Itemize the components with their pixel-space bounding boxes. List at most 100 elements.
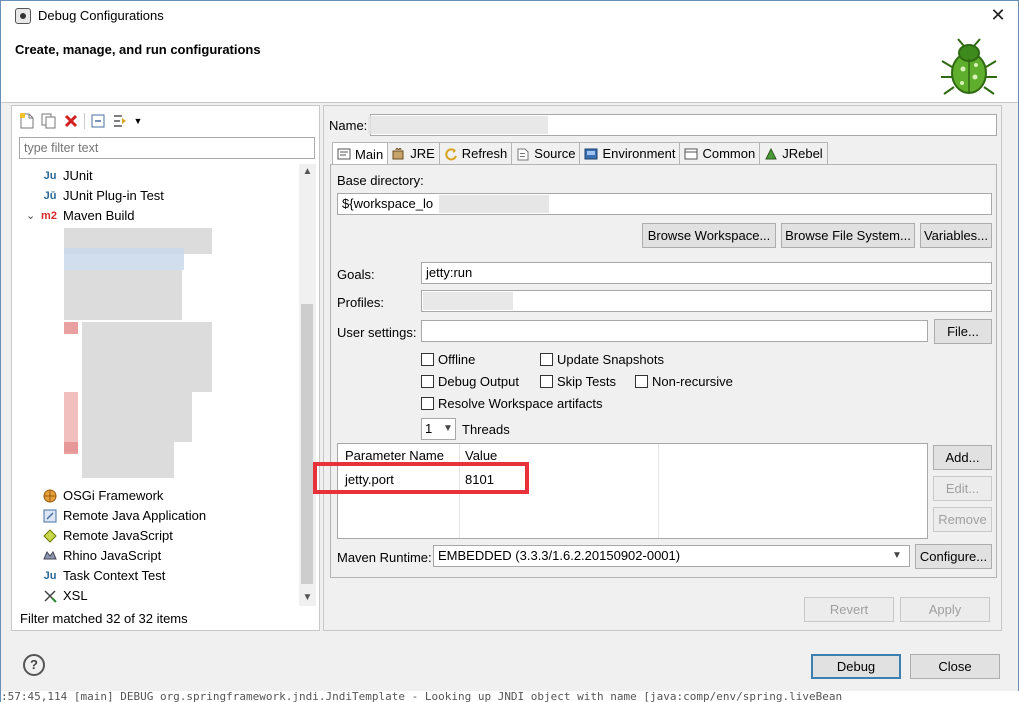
- tree-item-rhino-javascript[interactable]: Rhino JavaScript: [42, 546, 161, 566]
- scrollbar-thumb[interactable]: [301, 304, 313, 584]
- column-header-parameter-name[interactable]: Parameter Name: [345, 448, 444, 463]
- resolve-workspace-artifacts-checkbox[interactable]: Resolve Workspace artifacts: [421, 396, 603, 411]
- edit-parameter-button[interactable]: Edit...: [933, 476, 992, 501]
- tab-common[interactable]: Common: [679, 142, 761, 164]
- eclipse-icon: [15, 8, 31, 24]
- osgi-icon: [42, 488, 58, 504]
- tree-scrollbar[interactable]: ▲ ▼: [299, 164, 316, 606]
- tree-item-label: JUnit: [63, 168, 93, 183]
- main-tab-content: Base directory: ${workspace_lo Browse Wo…: [330, 164, 997, 578]
- tab-refresh[interactable]: Refresh: [438, 142, 513, 164]
- duplicate-icon[interactable]: [40, 112, 58, 130]
- console-log-line: :57:45,114 [main] DEBUG org.springframew…: [1, 691, 1019, 702]
- source-icon: [515, 146, 531, 162]
- dialog-header: Create, manage, and run configurations: [1, 31, 1018, 103]
- tree-item-remote-java-application[interactable]: Remote Java Application: [42, 506, 206, 526]
- tab-label: Environment: [602, 146, 676, 161]
- filter-configurations-icon[interactable]: [111, 112, 129, 130]
- rhino-icon: [42, 548, 58, 564]
- remove-parameter-button[interactable]: Remove: [933, 507, 992, 532]
- scroll-down-arrow-icon[interactable]: ▼: [299, 590, 316, 606]
- file-button[interactable]: File...: [934, 319, 992, 344]
- tab-label: Source: [534, 146, 576, 161]
- chevron-down-icon[interactable]: ▼: [892, 546, 902, 566]
- scroll-up-arrow-icon[interactable]: ▲: [299, 164, 316, 180]
- checkbox-box[interactable]: [635, 375, 648, 388]
- offline-checkbox[interactable]: Offline: [421, 352, 475, 367]
- base-directory-field[interactable]: ${workspace_lo: [337, 193, 992, 215]
- expanded-chevron-icon[interactable]: ⌄: [26, 206, 38, 226]
- obscured-region: [64, 442, 78, 454]
- tree-item-xsl[interactable]: XSL: [42, 586, 88, 606]
- checkbox-box[interactable]: [421, 397, 434, 410]
- tree-item-remote-javascript[interactable]: Remote JavaScript: [42, 526, 173, 546]
- task-context-icon: Ju: [43, 570, 57, 582]
- skip-tests-checkbox[interactable]: Skip Tests: [540, 374, 616, 389]
- obscured-region: [64, 248, 184, 270]
- obscured-region: [64, 270, 182, 320]
- filter-input[interactable]: [19, 137, 315, 159]
- environment-icon: [583, 146, 599, 162]
- checkbox-label: Debug Output: [438, 374, 519, 389]
- annotation-highlight-box: [313, 462, 529, 494]
- checkbox-box[interactable]: [540, 353, 553, 366]
- name-label: Name:: [329, 118, 368, 133]
- delete-icon[interactable]: [62, 112, 80, 130]
- view-menu-chevron-down-icon[interactable]: ▼: [133, 112, 143, 130]
- remote-java-icon: [42, 508, 58, 524]
- revert-button[interactable]: Revert: [804, 597, 894, 622]
- tree-item-osgi-framework[interactable]: OSGi Framework: [42, 486, 163, 506]
- threads-spinner[interactable]: 1 ▼: [421, 418, 456, 440]
- apply-button[interactable]: Apply: [900, 597, 990, 622]
- goals-field[interactable]: jetty:run: [421, 262, 992, 284]
- obscured-region: [439, 195, 549, 213]
- browse-workspace-button[interactable]: Browse Workspace...: [642, 223, 776, 248]
- obscured-region: [82, 322, 212, 392]
- checkbox-box[interactable]: [421, 375, 434, 388]
- tab-source[interactable]: Source: [511, 142, 581, 164]
- tree-item-label: OSGi Framework: [63, 488, 164, 503]
- non-recursive-checkbox[interactable]: Non-recursive: [635, 374, 733, 389]
- tree-item-label: JUnit Plug-in Test: [63, 188, 164, 203]
- tab-jre[interactable]: JRE: [387, 142, 440, 164]
- obscured-region: [82, 442, 174, 478]
- user-settings-field[interactable]: [421, 320, 928, 342]
- add-parameter-button[interactable]: Add...: [933, 445, 992, 470]
- configuration-tree: Ju JUnit Jū JUnit Plug-in Test ⌄ m2 Mave…: [12, 162, 302, 608]
- maven-runtime-value: EMBEDDED (3.3.3/1.6.2.20150902-0001): [438, 548, 681, 563]
- tree-item-label: Remote JavaScript: [63, 528, 173, 543]
- tree-item-task-context-test[interactable]: Ju Task Context Test: [42, 566, 166, 586]
- collapse-all-icon[interactable]: [89, 112, 107, 130]
- tree-item-maven-build[interactable]: ⌄ m2 Maven Build: [26, 206, 135, 226]
- debug-button[interactable]: Debug: [811, 654, 901, 679]
- checkbox-box[interactable]: [421, 353, 434, 366]
- variables-button[interactable]: Variables...: [920, 223, 992, 248]
- maven-runtime-select[interactable]: EMBEDDED (3.3.3/1.6.2.20150902-0001) ▼: [433, 545, 910, 567]
- close-button[interactable]: Close: [910, 654, 1000, 679]
- tab-main[interactable]: Main: [332, 142, 389, 165]
- new-configuration-icon[interactable]: [18, 112, 36, 130]
- tree-item-junit-plugin-test[interactable]: Jū JUnit Plug-in Test: [42, 186, 164, 206]
- column-header-value[interactable]: Value: [465, 448, 497, 463]
- tab-environment[interactable]: Environment: [579, 142, 681, 164]
- help-icon[interactable]: ?: [23, 654, 45, 676]
- tab-jrebel[interactable]: JRebel: [759, 142, 828, 164]
- browse-file-system-button[interactable]: Browse File System...: [781, 223, 915, 248]
- tree-item-junit[interactable]: Ju JUnit: [42, 166, 93, 186]
- configure-button[interactable]: Configure...: [915, 544, 992, 569]
- tab-label: JRebel: [782, 146, 823, 161]
- tree-item-label: Task Context Test: [63, 568, 166, 583]
- debug-output-checkbox[interactable]: Debug Output: [421, 374, 519, 389]
- tab-label: JRE: [410, 146, 435, 161]
- close-window-button[interactable]: ✕: [987, 4, 1009, 26]
- tree-item-label: Rhino JavaScript: [63, 548, 162, 563]
- window-title: Debug Configurations: [38, 8, 164, 23]
- checkbox-box[interactable]: [540, 375, 553, 388]
- chevron-down-icon[interactable]: ▼: [443, 419, 453, 439]
- xsl-icon: [42, 588, 58, 604]
- header-title: Create, manage, and run configurations: [15, 42, 261, 57]
- filter-status-text: Filter matched 32 of 32 items: [20, 611, 188, 626]
- update-snapshots-checkbox[interactable]: Update Snapshots: [540, 352, 664, 367]
- tab-label: Main: [355, 146, 384, 162]
- common-icon: [683, 146, 699, 162]
